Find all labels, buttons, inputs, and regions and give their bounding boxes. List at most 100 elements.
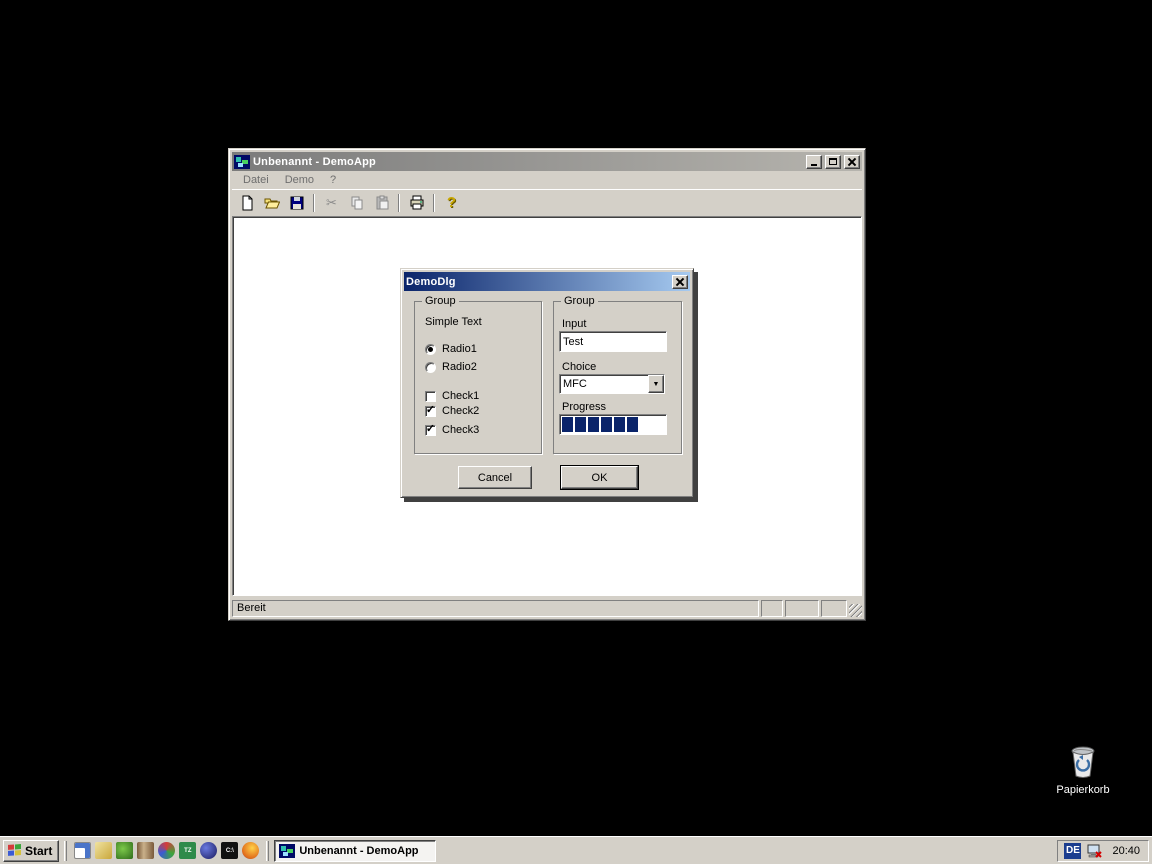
toolbar: ✂ ?: [232, 189, 862, 215]
maximize-icon: [829, 158, 837, 165]
recycle-bin-icon: [1066, 744, 1100, 780]
maximize-button[interactable]: [825, 155, 841, 169]
menu-bar: Datei Demo ?: [232, 171, 862, 189]
taskbar: Start TZ C:\ Unbenannt - DemoApp DE: [0, 836, 1152, 864]
simple-text-label: Simple Text: [425, 316, 482, 328]
toolbar-separator: [433, 194, 435, 212]
recycle-bin-desktop-icon[interactable]: Papierkorb: [1047, 744, 1119, 796]
right-groupbox: Group Input Choice MFC Progress: [553, 301, 682, 454]
network-offline-icon[interactable]: [1086, 843, 1103, 859]
quicklaunch-address-book-icon[interactable]: [137, 842, 154, 859]
new-file-button[interactable]: [235, 192, 258, 214]
main-window-title: Unbenannt - DemoApp: [253, 156, 803, 168]
check1-row[interactable]: Check1: [425, 390, 479, 402]
close-icon: [848, 158, 856, 165]
quicklaunch-media-player-icon[interactable]: [158, 842, 175, 859]
print-button[interactable]: [405, 192, 428, 214]
new-file-icon: [239, 195, 255, 211]
check1-control[interactable]: [425, 391, 436, 402]
quicklaunch-timezone-tool-icon[interactable]: TZ: [179, 842, 196, 859]
tz-glyph: TZ: [184, 848, 191, 854]
menu-help[interactable]: ?: [323, 173, 343, 187]
status-bar: Bereit: [232, 597, 862, 617]
ok-button-label: OK: [592, 472, 608, 484]
menu-datei[interactable]: Datei: [236, 173, 276, 187]
progress-label: Progress: [562, 401, 606, 413]
left-groupbox: Group Simple Text Radio1 Radio2 Check1 C…: [414, 301, 542, 454]
windows-logo-icon: [7, 844, 22, 858]
check3-control[interactable]: [425, 425, 436, 436]
resize-grip[interactable]: [849, 604, 862, 617]
cut-button[interactable]: ✂: [320, 192, 343, 214]
check2-row[interactable]: Check2: [425, 405, 479, 417]
quick-launch-tray: TZ C:\: [72, 842, 261, 859]
start-button[interactable]: Start: [3, 840, 59, 862]
radio1-control[interactable]: [425, 344, 436, 355]
cancel-button-label: Cancel: [478, 472, 512, 484]
tray-clock[interactable]: 20:40: [1108, 845, 1140, 857]
right-group-label: Group: [561, 295, 598, 307]
quicklaunch-show-desktop-icon[interactable]: [74, 842, 91, 859]
main-window-titlebar[interactable]: Unbenannt - DemoApp: [232, 152, 862, 171]
choice-value: MFC: [560, 375, 648, 393]
start-button-label: Start: [25, 844, 52, 858]
cancel-button[interactable]: Cancel: [458, 466, 532, 489]
status-pane-3: [821, 600, 847, 617]
taskbar-handle[interactable]: [266, 841, 269, 861]
paste-icon: [374, 195, 390, 211]
minimize-icon: [811, 164, 817, 166]
dialog-body: Group Simple Text Radio1 Radio2 Check1 C…: [404, 291, 690, 494]
radio1-row[interactable]: Radio1: [425, 343, 477, 355]
minimize-button[interactable]: [806, 155, 822, 169]
toolbar-separator: [398, 194, 400, 212]
dialog-titlebar[interactable]: DemoDlg: [404, 272, 690, 291]
radio2-row[interactable]: Radio2: [425, 361, 477, 373]
choice-combobox[interactable]: MFC: [559, 374, 665, 394]
close-button[interactable]: [844, 155, 860, 169]
check3-row[interactable]: Check3: [425, 424, 479, 436]
quicklaunch-firefox-icon[interactable]: [242, 842, 259, 859]
open-folder-button[interactable]: [260, 192, 283, 214]
copy-button[interactable]: [345, 192, 368, 214]
copy-icon: [349, 195, 365, 211]
print-icon: [409, 195, 425, 211]
close-icon: [676, 278, 684, 285]
chevron-down-icon[interactable]: [648, 375, 664, 393]
dialog-title: DemoDlg: [406, 276, 669, 288]
quicklaunch-command-prompt-icon[interactable]: C:\: [221, 842, 238, 859]
menu-demo[interactable]: Demo: [278, 173, 321, 187]
cmd-glyph: C:\: [226, 848, 234, 854]
quicklaunch-globe-browser-icon[interactable]: [200, 842, 217, 859]
quicklaunch-bug-tool-icon[interactable]: [116, 842, 133, 859]
help-button[interactable]: ?: [440, 192, 463, 214]
input-label: Input: [562, 318, 586, 330]
language-indicator[interactable]: DE: [1064, 843, 1081, 859]
desktop: { "window": { "title": "Unbenannt - Demo…: [0, 0, 1152, 864]
app-icon: [279, 843, 295, 859]
ok-button[interactable]: OK: [561, 466, 638, 489]
task-button-label: Unbenannt - DemoApp: [299, 845, 418, 857]
toolbar-separator: [313, 194, 315, 212]
save-button[interactable]: [285, 192, 308, 214]
radio2-label: Radio2: [442, 361, 477, 373]
input-field[interactable]: [559, 331, 667, 352]
recycle-bin-label: Papierkorb: [1056, 784, 1109, 796]
app-icon: [234, 154, 250, 170]
dialog-close-button[interactable]: [672, 275, 688, 289]
demodlg-dialog: DemoDlg Group Simple Text Radio1 Radio2 …: [400, 268, 694, 498]
system-tray: DE 20:40: [1057, 840, 1149, 862]
radio2-control[interactable]: [425, 362, 436, 373]
check1-label: Check1: [442, 390, 479, 402]
open-folder-icon: [264, 195, 280, 211]
task-button-demoapp[interactable]: Unbenannt - DemoApp: [274, 840, 436, 862]
check2-label: Check2: [442, 405, 479, 417]
check3-label: Check3: [442, 424, 479, 436]
radio1-label: Radio1: [442, 343, 477, 355]
taskbar-handle[interactable]: [64, 841, 67, 861]
choice-label: Choice: [562, 361, 596, 373]
paste-button[interactable]: [370, 192, 393, 214]
check2-control[interactable]: [425, 406, 436, 417]
quicklaunch-handwriting-pad-icon[interactable]: [95, 842, 112, 859]
status-pane-2: [785, 600, 819, 617]
help-icon: ?: [447, 195, 456, 210]
